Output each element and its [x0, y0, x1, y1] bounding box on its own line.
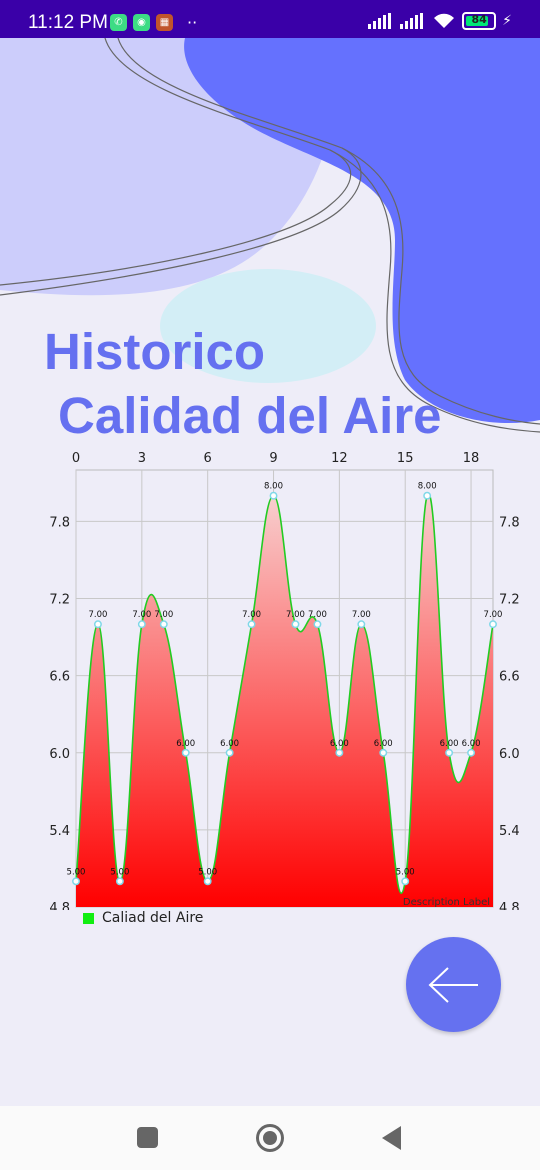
y-tick-label-right: 4.8: [499, 901, 520, 910]
data-point: [225, 748, 234, 757]
legend-swatch: [83, 912, 94, 924]
data-point: [72, 877, 80, 886]
data-point: [445, 748, 454, 757]
triangle-icon[interactable]: [382, 1126, 401, 1150]
air-quality-chart: 5.007.005.007.00 7.006.005.006.007.008.00…: [49, 451, 520, 910]
data-point: [159, 620, 168, 629]
data-label: 5.00: [110, 867, 129, 877]
title-line-1: Historico: [44, 323, 266, 380]
y-tick-label-right: 7.2: [499, 593, 520, 608]
x-tick-label: 18: [463, 451, 480, 466]
data-point: [401, 877, 410, 886]
data-label: 7.00: [132, 610, 151, 620]
legend-label: Caliad del Aire: [102, 910, 204, 926]
battery-icon: 84: [462, 12, 497, 30]
data-label: 6.00: [440, 739, 459, 749]
data-point: [203, 877, 212, 886]
data-label: 6.00: [330, 739, 349, 749]
more-notifications-icon: ··: [187, 13, 198, 32]
data-point: [467, 748, 476, 757]
whatsapp-icon: ✆: [110, 14, 127, 31]
data-label: 5.00: [67, 867, 86, 877]
data-point: [115, 877, 124, 886]
data-point: [137, 620, 146, 629]
system-navigation-bar: [0, 1106, 540, 1170]
x-tick-label: 9: [269, 451, 277, 466]
data-label: 7.00: [154, 610, 173, 620]
data-label: 6.00: [220, 739, 239, 749]
y-tick-label-right: 6.6: [499, 670, 520, 685]
data-point: [291, 620, 300, 629]
chart-legend: Caliad del Aire: [83, 910, 203, 926]
data-point: [335, 748, 344, 757]
data-point: [269, 491, 278, 500]
data-point: [379, 748, 388, 757]
arrow-left-icon: [428, 966, 478, 1003]
y-tick-label-right: 7.8: [499, 515, 520, 530]
x-tick-label: 6: [204, 451, 212, 466]
data-label: 8.00: [418, 482, 437, 492]
title-line-2: Calidad del Aire: [58, 387, 442, 444]
x-tick-label: 15: [397, 451, 414, 466]
y-tick-label-right: 6.0: [499, 747, 520, 762]
status-bar: 11:12 PM ✆ ◉ ▦ ·· 84 ⚡: [0, 0, 540, 38]
data-label: 7.00: [484, 610, 503, 620]
wifi-icon: [434, 13, 455, 28]
data-label: 5.00: [198, 867, 217, 877]
data-point: [313, 620, 322, 629]
y-tick-label-left: 7.2: [49, 593, 70, 608]
data-point: [93, 620, 102, 629]
y-tick-label-left: 5.4: [49, 824, 70, 839]
data-point: [247, 620, 256, 629]
signal-icon-2: [400, 13, 424, 29]
data-label: 5.00: [396, 867, 415, 877]
square-icon[interactable]: [137, 1127, 158, 1148]
data-label: 7.00: [88, 610, 107, 620]
y-tick-label-left: 7.8: [49, 515, 70, 530]
y-tick-label-right: 5.4: [499, 824, 520, 839]
data-label: 8.00: [264, 482, 283, 492]
data-point: [181, 748, 190, 757]
app-notification-icon: ▦: [156, 14, 173, 31]
x-tick-label: 12: [331, 451, 348, 466]
data-label: 7.00: [242, 610, 261, 620]
x-tick-label: 3: [138, 451, 146, 466]
data-label: 6.00: [374, 739, 393, 749]
signal-icon: [368, 13, 392, 29]
data-label: 7.00: [352, 610, 371, 620]
android-icon: ◉: [133, 14, 150, 31]
circle-icon[interactable]: [256, 1124, 284, 1152]
back-button[interactable]: [406, 937, 501, 1032]
data-label: 7.00: [286, 610, 305, 620]
data-point: [489, 620, 497, 629]
data-label: 7.00: [308, 610, 327, 620]
data-label: 6.00: [462, 739, 481, 749]
chart-description: Description Label: [403, 897, 490, 908]
y-tick-label-left: 4.8: [49, 901, 70, 910]
y-tick-label-left: 6.6: [49, 670, 70, 685]
charging-icon: ⚡: [502, 13, 512, 29]
data-label: 6.00: [176, 739, 195, 749]
y-tick-label-left: 6.0: [49, 747, 70, 762]
notification-icons: ✆ ◉ ▦ ··: [110, 13, 197, 32]
data-point: [423, 491, 432, 500]
x-tick-label: 0: [72, 451, 80, 466]
data-point: [357, 620, 366, 629]
status-time: 11:12 PM: [28, 12, 108, 33]
